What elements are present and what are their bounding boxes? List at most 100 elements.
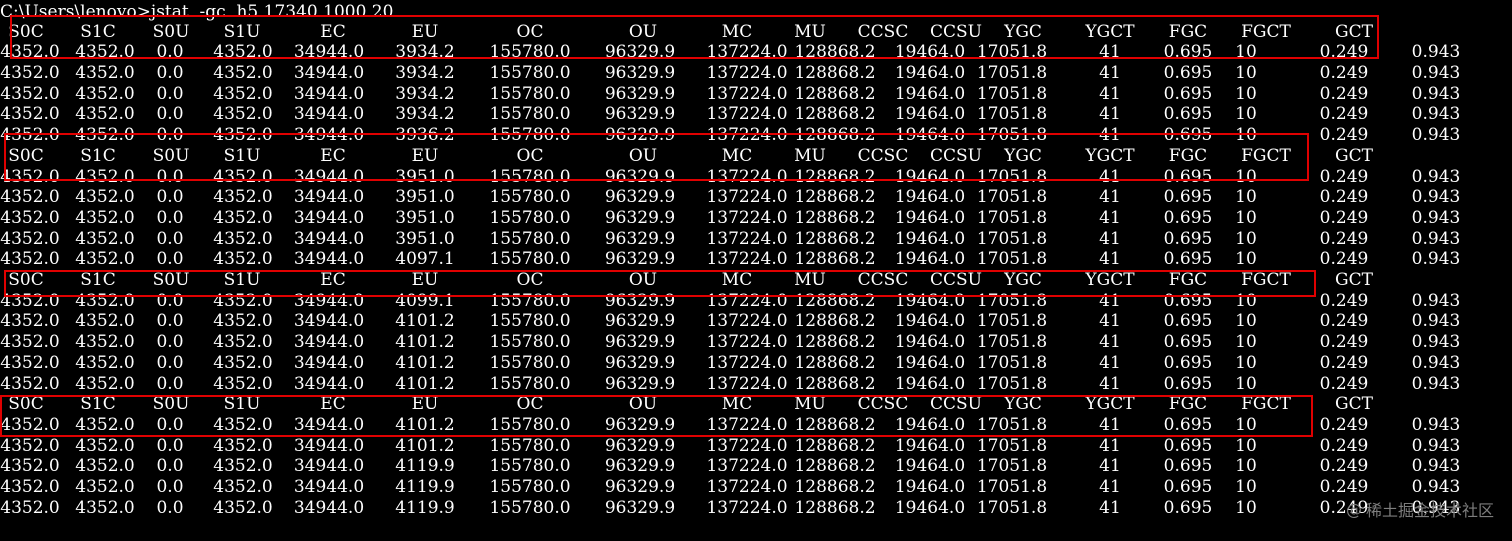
cell-ec: 34944.0 [293, 104, 365, 125]
cell-ou: 96329.9 [604, 42, 676, 63]
cell-eu: 3951.0 [395, 166, 455, 187]
cell-ec: 34944.0 [293, 228, 365, 249]
cell-ygc: 41 [1099, 125, 1121, 146]
cell-ou: 96329.9 [604, 125, 676, 146]
cell-s0u: 0.0 [156, 435, 184, 456]
header-row: S0C S1C S0U S1U EC EU OC OU MC MU CCSC CCSU YGC YGCT F… [0, 22, 1512, 43]
cell-oc: 155780.0 [489, 435, 571, 456]
header-cell-gct: GCT [1335, 394, 1373, 415]
cell-fgct: 0.249 [1319, 311, 1369, 332]
header-cell-ou: OU [628, 270, 658, 290]
cell-ec: 34944.0 [293, 249, 365, 270]
cell-ou: 96329.9 [604, 207, 676, 228]
cell-fgc: 10 [1235, 373, 1257, 394]
cell-s0c: 4352.0 [0, 497, 60, 518]
cell-fgct: 0.249 [1319, 207, 1369, 228]
cell-s1u: 4352.0 [213, 477, 273, 497]
cell-fgc: 10 [1235, 435, 1257, 456]
header-cell-s1u: S1U [223, 270, 261, 290]
header-cell-s0c: S0C [8, 270, 44, 290]
cell-eu: 4101.2 [395, 435, 455, 456]
header-cell-oc: OC [516, 270, 544, 290]
data-row: 4352.0 4352.0 0.0 4352.0 34944.0 3934.2 155780… [0, 104, 1512, 125]
data-row: 4352.0 4352.0 0.0 4352.0 34944.0 3951.0 155780… [0, 229, 1512, 250]
cell-s1u: 4352.0 [213, 187, 273, 208]
cell-eu: 4119.9 [395, 477, 455, 497]
header-cell-fgct: FGCT [1241, 21, 1291, 42]
cell-ec: 34944.0 [293, 477, 365, 497]
cell-ygct: 0.695 [1163, 42, 1213, 63]
terminal-window[interactable]: C:\Users\lenovo>jstat -gc h5 17340 1000 … [0, 0, 1512, 541]
cell-s0u: 0.0 [156, 352, 184, 373]
cell-ygct: 0.695 [1163, 125, 1213, 146]
cell-fgct: 0.249 [1319, 477, 1369, 497]
cell-oc: 155780.0 [489, 373, 571, 394]
cell-oc: 155780.0 [489, 332, 571, 353]
cell-ccsc: 19464.0 [894, 456, 966, 477]
watermark: @ 稀土掘金技术社区 [1346, 497, 1494, 521]
cell-ygc: 41 [1099, 42, 1121, 63]
cell-ccsu: 17051.8 [976, 414, 1048, 435]
cell-eu: 4099.1 [395, 290, 455, 311]
cell-ygct: 0.695 [1163, 166, 1213, 187]
cell-ccsc: 19464.0 [894, 332, 966, 353]
cell-eu: 4101.2 [395, 414, 455, 435]
cell-s0c: 4352.0 [0, 83, 60, 104]
cell-s1c: 4352.0 [75, 497, 135, 518]
cell-mc: 137224.0 [706, 83, 788, 104]
cell-ccsc: 19464.0 [894, 414, 966, 435]
cell-mu: 128868.2 [794, 104, 876, 125]
cell-s0c: 4352.0 [0, 166, 60, 187]
cell-s1u: 4352.0 [213, 373, 273, 394]
cell-oc: 155780.0 [489, 125, 571, 146]
cell-ccsu: 17051.8 [976, 104, 1048, 125]
cell-ec: 34944.0 [293, 352, 365, 373]
cell-eu: 4101.2 [395, 332, 455, 353]
cell-s1c: 4352.0 [75, 166, 135, 187]
data-row: 4352.0 4352.0 0.0 4352.0 34944.0 3934.2 155780… [0, 42, 1512, 63]
cell-oc: 155780.0 [489, 187, 571, 208]
cell-eu: 3934.2 [395, 104, 455, 125]
header-row: S0C S1C S0U S1U EC EU OC OU MC MU CCSC CCSU YGC YGCT F… [0, 394, 1512, 415]
cell-ccsc: 19464.0 [894, 83, 966, 104]
cell-mu: 128868.2 [794, 435, 876, 456]
header-cell-mu: MU [794, 394, 826, 415]
cell-mc: 137224.0 [706, 311, 788, 332]
cell-mc: 137224.0 [706, 497, 788, 518]
cell-oc: 155780.0 [489, 63, 571, 83]
data-row: 4352.0 4352.0 0.0 4352.0 34944.0 4101.2 155780… [0, 436, 1512, 457]
header-cell-gct: GCT [1335, 21, 1373, 42]
cell-ccsu: 17051.8 [976, 311, 1048, 332]
cell-ou: 96329.9 [604, 228, 676, 249]
cell-gct: 0.943 [1411, 477, 1461, 497]
cell-s1c: 4352.0 [75, 83, 135, 104]
cell-ou: 96329.9 [604, 104, 676, 125]
cell-s1u: 4352.0 [213, 63, 273, 83]
cell-ccsu: 17051.8 [976, 207, 1048, 228]
cell-s1c: 4352.0 [75, 42, 135, 63]
cell-gct: 0.943 [1411, 290, 1461, 311]
cell-eu: 4119.9 [395, 456, 455, 477]
cell-s0u: 0.0 [156, 456, 184, 477]
cell-s0u: 0.0 [156, 332, 184, 353]
cell-gct: 0.943 [1411, 352, 1461, 373]
cell-fgct: 0.249 [1319, 187, 1369, 208]
cell-ygct: 0.695 [1163, 435, 1213, 456]
data-row: 4352.0 4352.0 0.0 4352.0 34944.0 4119.9 155780… [0, 477, 1512, 498]
cell-ygct: 0.695 [1163, 456, 1213, 477]
cell-fgct: 0.249 [1319, 228, 1369, 249]
header-cell-ygct: YGCT [1085, 270, 1135, 290]
cell-fgct: 0.249 [1319, 352, 1369, 373]
cell-s1u: 4352.0 [213, 125, 273, 146]
cell-ygc: 41 [1099, 311, 1121, 332]
cell-fgc: 10 [1235, 311, 1257, 332]
cell-ccsc: 19464.0 [894, 104, 966, 125]
cell-ec: 34944.0 [293, 290, 365, 311]
cell-mc: 137224.0 [706, 187, 788, 208]
cell-s1c: 4352.0 [75, 207, 135, 228]
header-cell-mu: MU [794, 270, 826, 290]
cell-ccsu: 17051.8 [976, 373, 1048, 394]
cell-ygc: 41 [1099, 373, 1121, 394]
cell-ccsu: 17051.8 [976, 63, 1048, 83]
cell-s0u: 0.0 [156, 373, 184, 394]
